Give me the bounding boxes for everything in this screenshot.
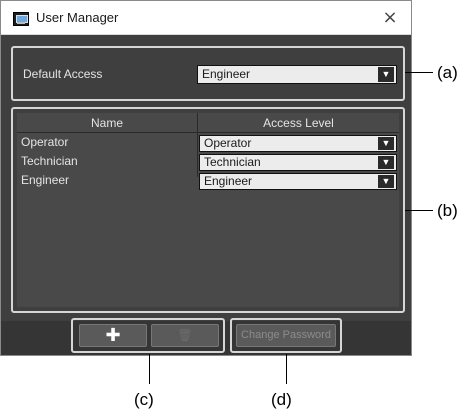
column-header-name: Name: [90, 116, 123, 130]
default-access-value: Engineer: [202, 67, 251, 81]
annotation-label-a: (a): [437, 63, 458, 82]
annotation-label-d: (d): [271, 390, 292, 409]
table-header: Name Access Level: [17, 113, 399, 133]
default-access-dropdown[interactable]: Engineer ▼: [197, 65, 397, 84]
chevron-down-icon[interactable]: ▼: [378, 175, 394, 188]
user-manager-window: User Manager × Default Access Engineer ▼…: [0, 0, 412, 356]
close-icon[interactable]: ×: [379, 7, 401, 29]
change-password-group: Change Password: [230, 318, 342, 353]
table-row[interactable]: Engineer Engineer ▼: [17, 172, 399, 190]
add-delete-button-group: ✚ 🗑: [71, 318, 225, 353]
access-level-value: Engineer: [204, 174, 253, 188]
annotation-line-b: [405, 210, 433, 211]
user-name-cell: Engineer: [21, 173, 70, 187]
annotation-line-c: [149, 354, 150, 384]
chevron-down-icon[interactable]: ▼: [378, 67, 394, 82]
monitor-icon: [13, 12, 29, 26]
annotation-line-d: [286, 354, 287, 384]
column-header-access-level: Access Level: [263, 116, 334, 130]
title-bar: User Manager ×: [1, 1, 411, 35]
table-row[interactable]: Operator Operator ▼: [17, 134, 399, 152]
default-access-section: Default Access Engineer ▼: [11, 46, 405, 101]
annotation-label-c: (c): [134, 390, 154, 409]
add-user-button[interactable]: ✚: [79, 324, 147, 347]
access-level-dropdown[interactable]: Operator ▼: [199, 135, 397, 152]
user-table: Name Access Level Operator Operator ▼ Te…: [17, 113, 399, 307]
plus-icon: ✚: [105, 325, 121, 345]
delete-user-button[interactable]: 🗑: [151, 324, 219, 347]
annotation-label-b: (b): [437, 201, 458, 220]
access-level-dropdown[interactable]: Engineer ▼: [199, 173, 397, 190]
chevron-down-icon[interactable]: ▼: [378, 137, 394, 150]
chevron-down-icon[interactable]: ▼: [378, 156, 394, 169]
default-access-label: Default Access: [23, 67, 103, 81]
annotation-line-a: [405, 72, 433, 73]
user-name-cell: Technician: [21, 154, 78, 168]
change-password-button[interactable]: Change Password: [236, 324, 336, 347]
access-level-value: Operator: [204, 136, 252, 150]
trash-icon: 🗑: [177, 328, 193, 342]
access-level-dropdown[interactable]: Technician ▼: [199, 154, 397, 171]
table-row[interactable]: Technician Technician ▼: [17, 153, 399, 171]
access-level-value: Technician: [204, 155, 261, 169]
user-list-section: Name Access Level Operator Operator ▼ Te…: [11, 107, 405, 313]
user-name-cell: Operator: [21, 135, 69, 149]
window-title: User Manager: [36, 10, 119, 25]
